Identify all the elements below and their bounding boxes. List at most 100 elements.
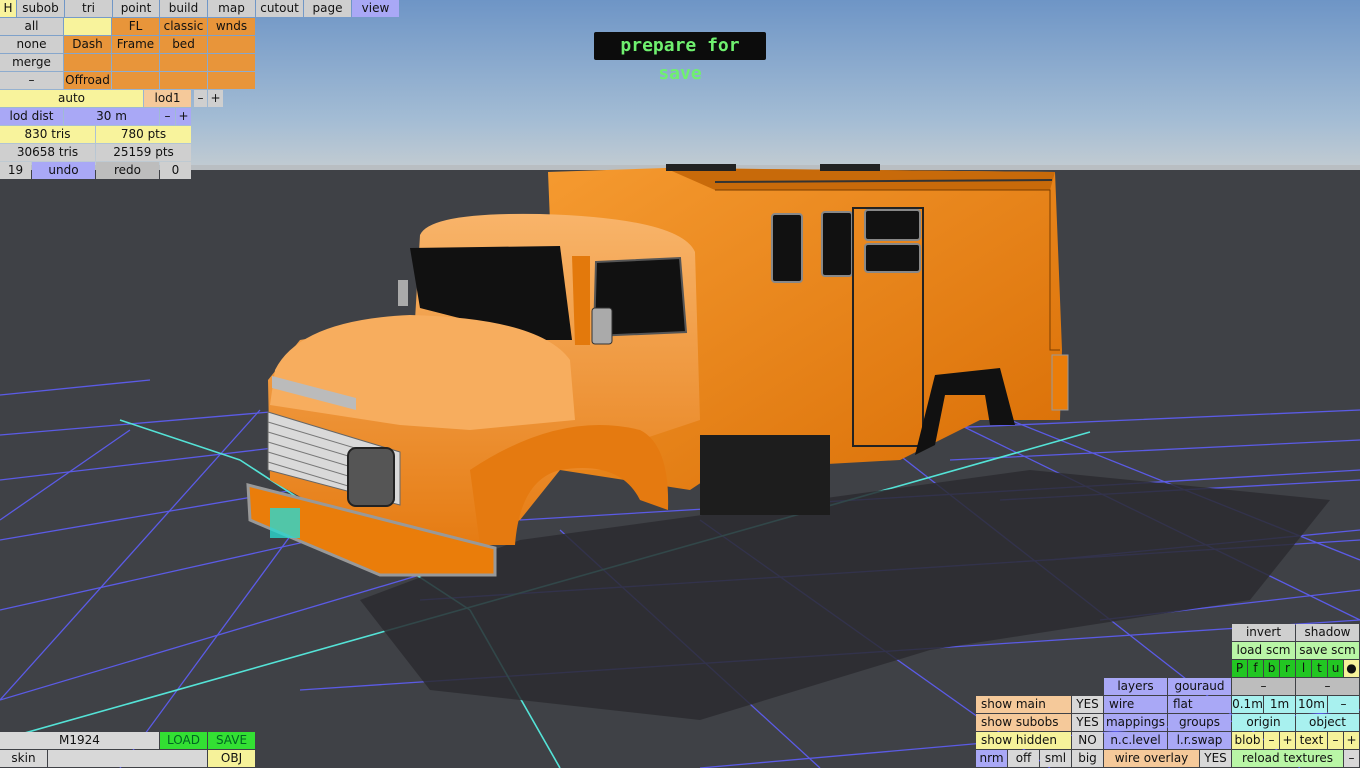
tab-map[interactable]: map [208, 0, 255, 17]
filter-merge[interactable]: merge [0, 54, 63, 71]
filter-slot[interactable] [208, 72, 255, 89]
lod-dist-plus[interactable]: + [176, 108, 191, 125]
step-0-1m[interactable]: 0.1m [1232, 696, 1263, 713]
wire-button[interactable]: wire [1104, 696, 1167, 713]
flag-u[interactable]: u [1328, 660, 1343, 677]
redo-button[interactable]: redo [96, 162, 159, 179]
flag-dot[interactable]: ● [1344, 660, 1359, 677]
tab-view[interactable]: view [352, 0, 399, 17]
filter-classic[interactable]: classic [160, 18, 207, 35]
text-minus[interactable]: – [1328, 732, 1343, 749]
save-button[interactable]: SAVE [208, 732, 255, 749]
shadow-button[interactable]: shadow [1296, 624, 1359, 641]
show-subobs-value[interactable]: YES [1072, 714, 1103, 731]
show-main-value[interactable]: YES [1072, 696, 1103, 713]
nc-level-button[interactable]: n.c.level [1104, 732, 1167, 749]
undo-count: 19 [0, 162, 31, 179]
tab-build[interactable]: build [160, 0, 207, 17]
lod-auto[interactable]: auto [0, 90, 143, 107]
lod-dist-label: lod dist [0, 108, 63, 125]
blob-button[interactable]: blob [1232, 732, 1263, 749]
dash-button[interactable]: – [1296, 678, 1359, 695]
filter-slot[interactable] [112, 72, 159, 89]
filter-all[interactable]: all [0, 18, 63, 35]
filter-wnds[interactable]: wnds [208, 18, 255, 35]
lod-dist-value[interactable]: 30 m [64, 108, 159, 125]
flag-b[interactable]: b [1264, 660, 1279, 677]
lod-plus-button[interactable]: + [208, 90, 223, 107]
skin-field[interactable] [48, 750, 207, 767]
filter-slot[interactable] [160, 54, 207, 71]
wire-overlay-value[interactable]: YES [1200, 750, 1231, 767]
tab-tri[interactable]: tri [65, 0, 112, 17]
lr-swap-button[interactable]: l.r.swap [1168, 732, 1231, 749]
gouraud-button[interactable]: gouraud [1168, 678, 1231, 695]
off-button[interactable]: off [1008, 750, 1039, 767]
show-main-label[interactable]: show main [976, 696, 1071, 713]
flat-button[interactable]: flat [1168, 696, 1231, 713]
origin-button[interactable]: origin [1232, 714, 1295, 731]
layers-button[interactable]: layers [1104, 678, 1167, 695]
step-minus[interactable]: – [1328, 696, 1359, 713]
load-scm-button[interactable]: load scm [1232, 642, 1295, 659]
flag-t[interactable]: t [1312, 660, 1327, 677]
tab-subob[interactable]: subob [17, 0, 64, 17]
skin-label[interactable]: skin [0, 750, 47, 767]
filter-slot[interactable] [112, 54, 159, 71]
undo-button[interactable]: undo [32, 162, 95, 179]
filter-empty-yellow[interactable] [64, 18, 111, 35]
text-plus[interactable]: + [1344, 732, 1359, 749]
flag-f[interactable]: f [1248, 660, 1263, 677]
big-button[interactable]: big [1072, 750, 1103, 767]
lod-level[interactable]: lod1 [144, 90, 191, 107]
status-banner: prepare for save [594, 32, 766, 84]
mappings-button[interactable]: mappings [1104, 714, 1167, 731]
tab-cutout[interactable]: cutout [256, 0, 303, 17]
filter-offroad[interactable]: Offroad [64, 72, 111, 89]
filter-fl[interactable]: FL [112, 18, 159, 35]
reload-textures-button[interactable]: reload textures [1232, 750, 1343, 767]
filter-slot[interactable] [208, 54, 255, 71]
load-button[interactable]: LOAD [160, 732, 207, 749]
tab-point[interactable]: point [113, 0, 159, 17]
dash-button[interactable]: – [1232, 678, 1295, 695]
groups-button[interactable]: groups [1168, 714, 1231, 731]
text-button[interactable]: text [1296, 732, 1327, 749]
filter-slot[interactable] [208, 36, 255, 53]
normal-button[interactable]: nrm [976, 750, 1007, 767]
model-name[interactable]: M1924 [0, 732, 159, 749]
lod-minus-button[interactable]: – [194, 90, 207, 107]
redo-count: 0 [160, 162, 191, 179]
show-subobs-label[interactable]: show subobs [976, 714, 1071, 731]
flag-r[interactable]: r [1280, 660, 1295, 677]
tab-page[interactable]: page [304, 0, 351, 17]
object-button[interactable]: object [1296, 714, 1359, 731]
flag-l[interactable]: l [1296, 660, 1311, 677]
blob-plus[interactable]: + [1280, 732, 1295, 749]
show-hidden-value[interactable]: NO [1072, 732, 1103, 749]
filter-none[interactable]: none [0, 36, 63, 53]
filter-minus[interactable]: – [0, 72, 63, 89]
filter-slot[interactable] [160, 72, 207, 89]
step-1m[interactable]: 1m [1264, 696, 1295, 713]
show-hidden-label[interactable]: show hidden [976, 732, 1071, 749]
lod-dist-minus[interactable]: – [160, 108, 175, 125]
total-tris: 30658 tris [0, 144, 95, 161]
flag-p[interactable]: P [1232, 660, 1247, 677]
obj-button[interactable]: OBJ [208, 750, 255, 767]
filter-dash[interactable]: Dash [64, 36, 111, 53]
filter-frame[interactable]: Frame [112, 36, 159, 53]
wire-overlay-label[interactable]: wire overlay [1104, 750, 1199, 767]
small-button[interactable]: sml [1040, 750, 1071, 767]
blob-minus[interactable]: – [1264, 732, 1279, 749]
filter-slot[interactable] [64, 54, 111, 71]
total-pts: 25159 pts [96, 144, 191, 161]
selected-pts: 780 pts [96, 126, 191, 143]
save-scm-button[interactable]: save scm [1296, 642, 1359, 659]
tab-h[interactable]: H [0, 0, 16, 17]
3d-viewport[interactable] [0, 0, 1360, 768]
step-10m[interactable]: 10m [1296, 696, 1327, 713]
invert-button[interactable]: invert [1232, 624, 1295, 641]
filter-bed[interactable]: bed [160, 36, 207, 53]
reload-minus[interactable]: – [1344, 750, 1359, 767]
